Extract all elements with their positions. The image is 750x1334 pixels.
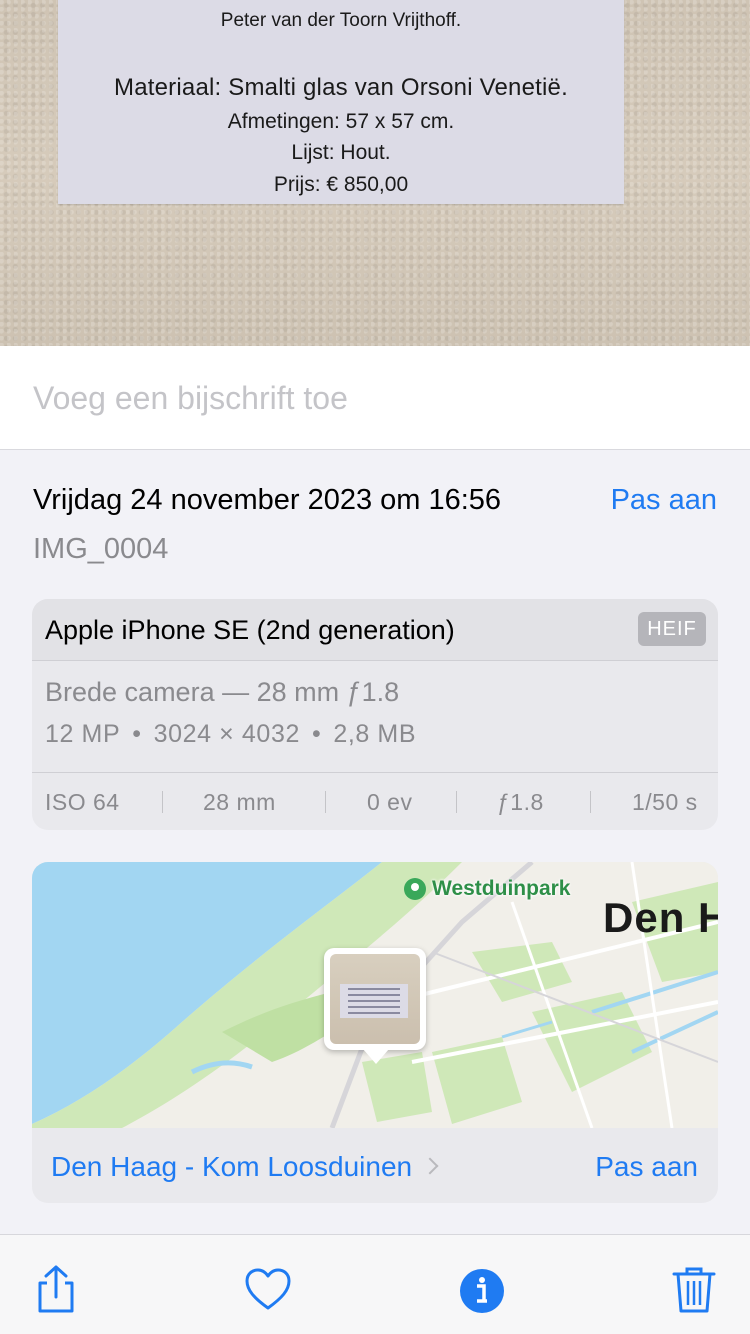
poi-westduinpark[interactable]: Westduinpark	[404, 876, 570, 902]
capture-date: Vrijdag 24 november 2023 om 16:56	[33, 484, 502, 516]
thumbnail-label	[340, 984, 408, 1018]
poi-label: Westduinpark	[432, 877, 571, 900]
bottom-toolbar	[0, 1234, 750, 1334]
park-icon	[404, 878, 426, 900]
exif-aperture: ƒ1.8	[497, 789, 544, 815]
camera-header: Apple iPhone SE (2nd generation) HEIF	[32, 599, 718, 661]
location-card: Westduinpark Den H Den Haag - Kom Loosdu…	[32, 862, 718, 1203]
separator-dot: •	[311, 720, 322, 748]
label-price: Prijs: € 850,00	[273, 173, 409, 196]
caption-input[interactable]	[33, 376, 713, 420]
camera-info-card: Apple iPhone SE (2nd generation) HEIF Br…	[32, 599, 718, 830]
exif-divider	[325, 791, 326, 813]
exif-row: ISO 64 28 mm 0 ev ƒ1.8 1/50 s	[32, 772, 718, 830]
photo-thumbnail	[330, 954, 420, 1044]
label-frame: Lijst: Hout.	[291, 141, 391, 164]
share-icon	[38, 1265, 74, 1313]
photo-preview[interactable]: Peter van der Toorn Vrijthoff. Materiaal…	[0, 0, 750, 346]
format-badge: HEIF	[638, 612, 706, 646]
photo-location-pin[interactable]	[324, 948, 426, 1064]
label-material: Materiaal: Smalti glas van Orsoni Veneti…	[114, 74, 568, 101]
favorite-button[interactable]	[242, 1263, 294, 1315]
edit-date-button[interactable]: Pas aan	[611, 484, 717, 517]
exif-focal: 28 mm	[203, 789, 276, 815]
share-button[interactable]	[30, 1263, 82, 1315]
lens-info: Brede camera — 28 mm ƒ1.8	[45, 677, 400, 707]
info-icon	[460, 1269, 504, 1313]
trash-icon	[672, 1267, 716, 1313]
artwork-label: Peter van der Toorn Vrijthoff. Materiaal…	[58, 0, 624, 204]
megapixels: 12 MP	[45, 720, 121, 748]
resolution: 3024 × 4032	[153, 720, 300, 748]
map-view[interactable]: Westduinpark Den H	[32, 862, 718, 1128]
city-label: Den H	[603, 894, 718, 941]
exif-iso: ISO 64	[45, 789, 120, 815]
file-size: 2,8 MB	[333, 720, 417, 748]
separator-dot: •	[132, 720, 142, 748]
delete-button[interactable]	[668, 1263, 720, 1315]
exif-shutter: 1/50 s	[632, 789, 698, 815]
chevron-right-icon	[421, 1157, 439, 1175]
edit-location-button[interactable]: Pas aan	[595, 1151, 698, 1183]
label-dimensions: Afmetingen: 57 x 57 cm.	[227, 110, 455, 133]
file-name: IMG_0004	[33, 533, 169, 565]
label-subtitle: Peter van der Toorn Vrijthoff.	[220, 10, 462, 31]
exif-ev: 0 ev	[367, 789, 413, 815]
location-name: Den Haag - Kom Loosduinen	[51, 1151, 413, 1182]
exif-divider	[590, 791, 591, 813]
resolution-row: 12 MP • 3024 × 4032 • 2,8 MB	[45, 720, 416, 749]
exif-divider	[162, 791, 163, 813]
heart-icon	[245, 1268, 291, 1310]
location-link[interactable]: Den Haag - Kom Loosduinen	[51, 1151, 439, 1183]
exif-divider	[456, 791, 457, 813]
camera-model: Apple iPhone SE (2nd generation)	[45, 615, 455, 645]
info-button[interactable]	[456, 1263, 508, 1315]
caption-panel	[0, 346, 750, 450]
